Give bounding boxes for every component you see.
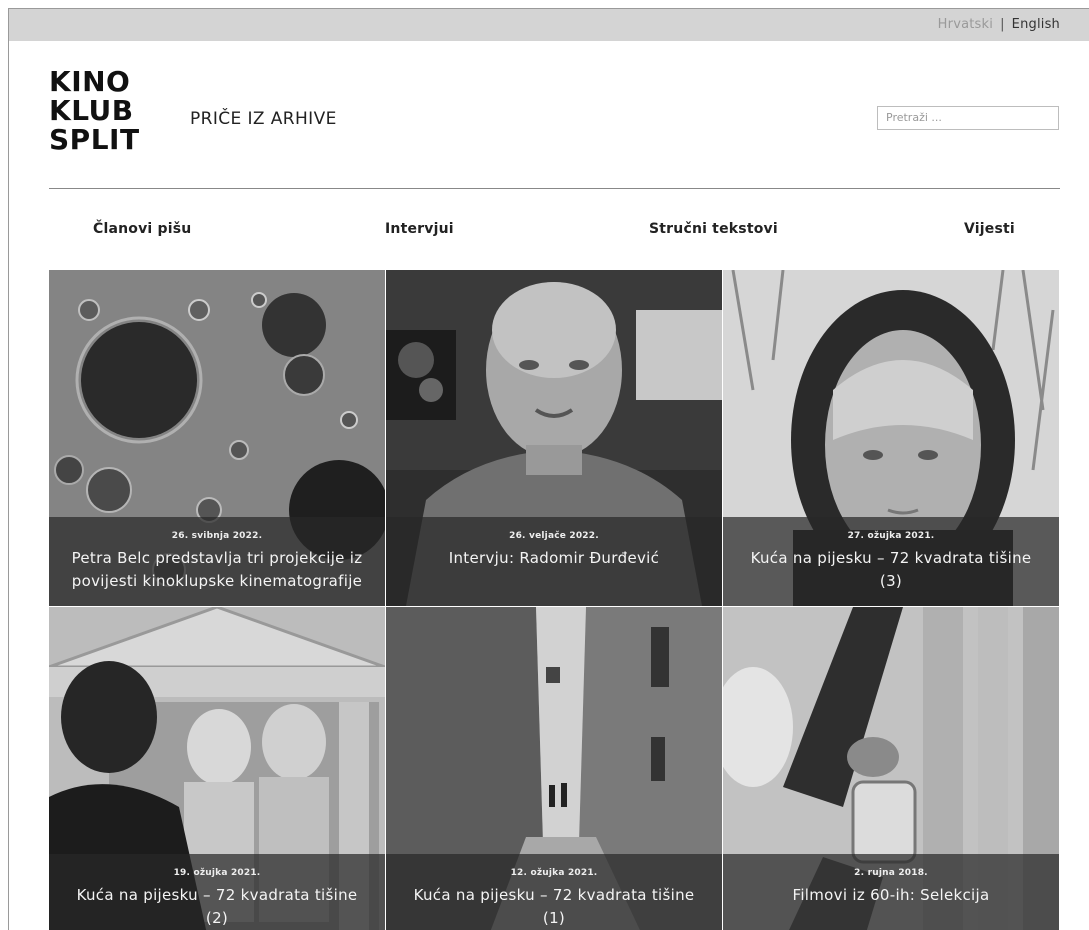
language-link-english[interactable]: English <box>1012 17 1060 32</box>
top-bar: Hrvatski | English <box>9 9 1089 41</box>
post-card[interactable]: 2. rujna 2018. Filmovi iz 60-ih: Selekci… <box>723 607 1059 930</box>
post-title[interactable]: Filmovi iz 60-ih: Selekcija <box>723 884 1059 907</box>
post-title[interactable]: Kuća na pijesku – 72 kvadrata tišine (3) <box>723 547 1059 593</box>
post-caption: 26. svibnja 2022. Petra Belc predstavlja… <box>49 517 385 606</box>
post-title[interactable]: Intervju: Radomir Đurđević <box>386 547 722 570</box>
post-caption: 27. ožujka 2021. Kuća na pijesku – 72 kv… <box>723 517 1059 606</box>
post-date: 26. svibnja 2022. <box>171 531 263 541</box>
logo-line: KINO <box>49 65 131 98</box>
post-title[interactable]: Kuća na pijesku – 72 kvadrata tišine (2) <box>49 884 385 930</box>
post-date: 19. ožujka 2021. <box>173 868 261 878</box>
site-title: PRIČE IZ ARHIVE <box>190 109 337 129</box>
post-date: 26. veljače 2022. <box>509 531 599 541</box>
header-divider <box>49 188 1060 189</box>
main-nav: Članovi pišu Intervjui Stručni tekstovi … <box>49 221 1060 245</box>
post-date: 2. rujna 2018. <box>854 868 928 878</box>
page: Hrvatski | English KINO KLUB SPLIT PRIČE I… <box>8 8 1089 930</box>
post-date: 27. ožujka 2021. <box>847 531 935 541</box>
language-separator: | <box>1000 17 1005 32</box>
post-date: 12. ožujka 2021. <box>510 868 598 878</box>
nav-item-strucni-tekstovi[interactable]: Stručni tekstovi <box>649 221 778 237</box>
post-card[interactable]: 26. veljače 2022. Intervju: Radomir Đurđ… <box>386 270 722 606</box>
post-caption: 12. ožujka 2021. Kuća na pijesku – 72 kv… <box>386 854 722 930</box>
language-switcher: Hrvatski | English <box>938 17 1060 32</box>
post-caption: 2. rujna 2018. Filmovi iz 60-ih: Selekci… <box>723 854 1059 930</box>
post-grid: 26. svibnja 2022. Petra Belc predstavlja… <box>49 270 1060 930</box>
logo-line: KLUB <box>49 94 134 127</box>
post-title[interactable]: Kuća na pijesku – 72 kvadrata tišine (1) <box>386 884 722 930</box>
post-card[interactable]: 27. ožujka 2021. Kuća na pijesku – 72 kv… <box>723 270 1059 606</box>
post-title[interactable]: Petra Belc predstavlja tri projekcije iz… <box>49 547 385 593</box>
post-card[interactable]: 19. ožujka 2021. Kuća na pijesku – 72 kv… <box>49 607 385 930</box>
language-link-hrvatski[interactable]: Hrvatski <box>938 17 993 32</box>
post-card[interactable]: 12. ožujka 2021. Kuća na pijesku – 72 kv… <box>386 607 722 930</box>
post-caption: 26. veljače 2022. Intervju: Radomir Đurđ… <box>386 517 722 606</box>
site-logo[interactable]: KINO KLUB SPLIT <box>49 67 140 154</box>
logo-line: SPLIT <box>49 123 140 156</box>
post-caption: 19. ožujka 2021. Kuća na pijesku – 72 kv… <box>49 854 385 930</box>
nav-item-clanovi-pisu[interactable]: Članovi pišu <box>93 221 191 237</box>
nav-item-intervjui[interactable]: Intervjui <box>385 221 454 237</box>
search-input[interactable]: Pretraži ... <box>877 106 1059 130</box>
post-card[interactable]: 26. svibnja 2022. Petra Belc predstavlja… <box>49 270 385 606</box>
nav-item-vijesti[interactable]: Vijesti <box>964 221 1015 237</box>
